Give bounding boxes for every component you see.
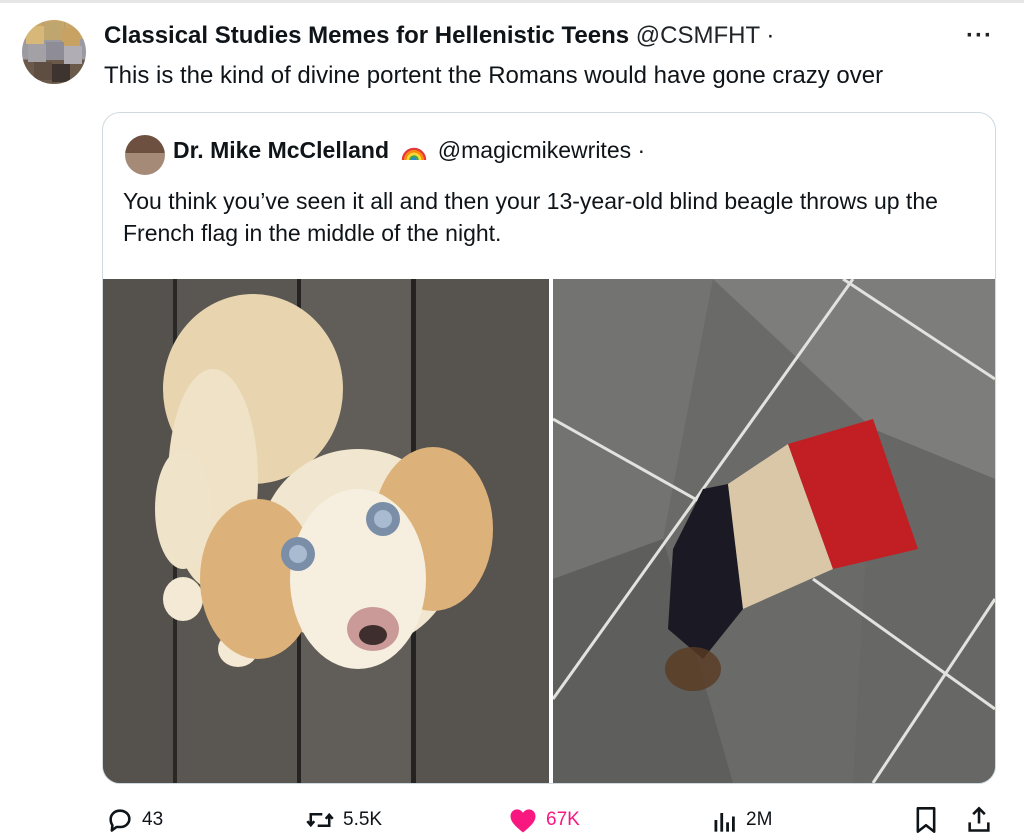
quoted-author-handle[interactable]: @magicmikewrites	[438, 137, 631, 163]
analytics-icon	[714, 813, 735, 832]
author-name[interactable]: Classical Studies Memes for Hellenistic …	[104, 22, 629, 49]
repost-icon	[306, 812, 334, 828]
author-handle[interactable]: @CSMFHT	[636, 22, 760, 49]
repost-count: 5.5K	[343, 809, 383, 830]
post-text: This is the kind of divine portent the R…	[104, 62, 884, 89]
reply-icon	[109, 809, 131, 832]
header-separator: ·	[766, 22, 775, 49]
bookmark-button[interactable]	[914, 806, 946, 834]
top-divider	[0, 0, 1024, 3]
share-button[interactable]	[966, 806, 1000, 834]
quoted-post[interactable]: Dr. Mike McClelland @magicmikewrites · Y…	[102, 112, 996, 784]
reply-button[interactable]: 43	[106, 806, 163, 834]
quoted-author-avatar[interactable]	[125, 135, 165, 175]
dog-photo[interactable]	[103, 279, 549, 783]
quoted-text: You think you’ve seen it all and then yo…	[123, 188, 938, 246]
more-options-icon[interactable]: ···	[966, 22, 993, 50]
bookmark-icon	[916, 807, 936, 833]
flag-photo[interactable]	[553, 279, 995, 783]
repost-button[interactable]: 5.5K	[305, 806, 382, 834]
quoted-author-name[interactable]: Dr. Mike McClelland	[173, 137, 389, 163]
rainbow-icon	[402, 147, 427, 160]
action-bar: 43 5.5K 67K 2M	[0, 800, 1024, 840]
heart-icon	[510, 809, 536, 833]
quoted-header: Dr. Mike McClelland @magicmikewrites ·	[173, 137, 645, 164]
reply-count: 43	[142, 809, 164, 830]
views-button[interactable]: 2M	[712, 806, 772, 834]
like-count: 67K	[546, 809, 580, 830]
author-avatar[interactable]	[22, 20, 86, 84]
like-button[interactable]: 67K	[508, 806, 580, 834]
quoted-separator: ·	[637, 137, 646, 163]
quoted-media[interactable]	[103, 279, 995, 783]
share-icon	[968, 806, 990, 832]
post-header: Classical Studies Memes for Hellenistic …	[104, 22, 774, 50]
views-count: 2M	[746, 809, 773, 830]
